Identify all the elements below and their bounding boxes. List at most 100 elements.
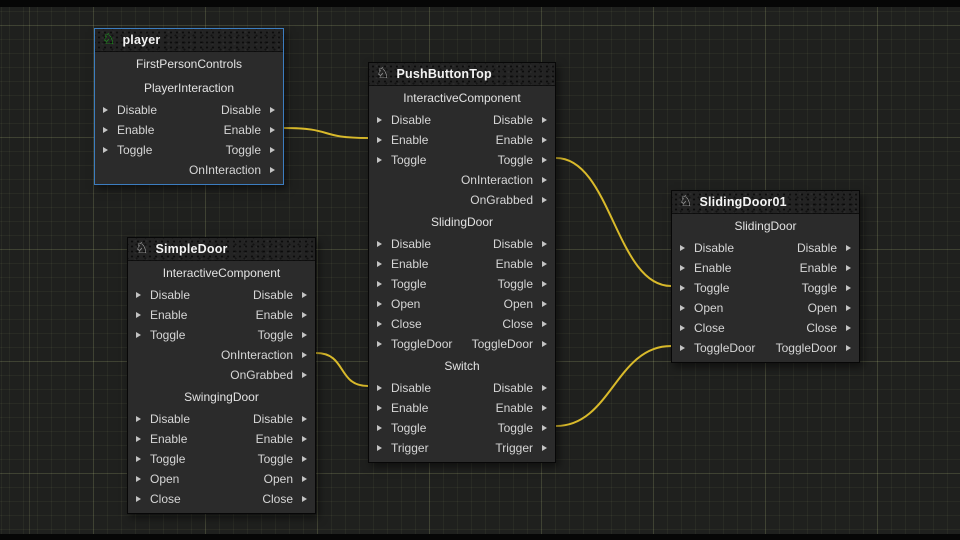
- output-pin-icon[interactable]: [846, 285, 851, 291]
- input-port-toggledoor[interactable]: ToggleDoor: [672, 338, 755, 358]
- output-port-toggle[interactable]: Toggle: [258, 325, 315, 345]
- output-port-disable[interactable]: Disable: [493, 110, 555, 130]
- input-pin-icon[interactable]: [136, 496, 141, 502]
- input-port-trigger[interactable]: Trigger: [369, 438, 429, 458]
- node-pushbuttontop[interactable]: ♘PushButtonTopInteractiveComponentDisabl…: [368, 62, 556, 463]
- input-pin-icon[interactable]: [136, 332, 141, 338]
- output-port-close[interactable]: Close: [806, 318, 859, 338]
- input-pin-icon[interactable]: [136, 436, 141, 442]
- output-port-toggle[interactable]: Toggle: [258, 449, 315, 469]
- input-port-disable[interactable]: Disable: [369, 110, 431, 130]
- output-pin-icon[interactable]: [542, 385, 547, 391]
- output-port-disable[interactable]: Disable: [221, 100, 283, 120]
- node-header[interactable]: ♘SimpleDoor: [128, 238, 315, 261]
- output-port-trigger[interactable]: Trigger: [495, 438, 555, 458]
- output-pin-icon[interactable]: [302, 456, 307, 462]
- output-port-enable[interactable]: Enable: [496, 254, 555, 274]
- output-pin-icon[interactable]: [542, 341, 547, 347]
- input-port-close[interactable]: Close: [672, 318, 725, 338]
- output-pin-icon[interactable]: [542, 137, 547, 143]
- output-port-toggle[interactable]: Toggle: [226, 140, 283, 160]
- output-pin-icon[interactable]: [302, 312, 307, 318]
- output-port-ongrabbed[interactable]: OnGrabbed: [230, 365, 315, 385]
- input-port-open[interactable]: Open: [369, 294, 420, 314]
- output-port-open[interactable]: Open: [504, 294, 555, 314]
- input-pin-icon[interactable]: [103, 127, 108, 133]
- input-port-enable[interactable]: Enable: [672, 258, 731, 278]
- output-pin-icon[interactable]: [270, 107, 275, 113]
- output-port-disable[interactable]: Disable: [253, 409, 315, 429]
- output-pin-icon[interactable]: [302, 292, 307, 298]
- input-port-enable[interactable]: Enable: [369, 130, 428, 150]
- output-port-toggle[interactable]: Toggle: [802, 278, 859, 298]
- input-pin-icon[interactable]: [377, 241, 382, 247]
- input-port-toggle[interactable]: Toggle: [369, 274, 426, 294]
- input-pin-icon[interactable]: [680, 245, 685, 251]
- output-pin-icon[interactable]: [302, 476, 307, 482]
- input-pin-icon[interactable]: [377, 261, 382, 267]
- input-pin-icon[interactable]: [680, 285, 685, 291]
- node-header[interactable]: ♘PushButtonTop: [369, 63, 555, 86]
- output-pin-icon[interactable]: [270, 147, 275, 153]
- input-pin-icon[interactable]: [136, 456, 141, 462]
- input-pin-icon[interactable]: [103, 107, 108, 113]
- input-pin-icon[interactable]: [377, 405, 382, 411]
- output-pin-icon[interactable]: [302, 496, 307, 502]
- input-port-toggle[interactable]: Toggle: [369, 150, 426, 170]
- input-pin-icon[interactable]: [680, 345, 685, 351]
- input-port-toggle[interactable]: Toggle: [672, 278, 729, 298]
- node-graph-canvas[interactable]: ♘playerFirstPersonControlsPlayerInteract…: [0, 0, 960, 540]
- output-port-enable[interactable]: Enable: [256, 429, 315, 449]
- output-pin-icon[interactable]: [302, 372, 307, 378]
- input-pin-icon[interactable]: [377, 385, 382, 391]
- input-port-enable[interactable]: Enable: [95, 120, 154, 140]
- output-pin-icon[interactable]: [542, 321, 547, 327]
- input-pin-icon[interactable]: [136, 416, 141, 422]
- output-pin-icon[interactable]: [542, 241, 547, 247]
- output-port-disable[interactable]: Disable: [253, 285, 315, 305]
- input-pin-icon[interactable]: [377, 301, 382, 307]
- output-port-open[interactable]: Open: [808, 298, 859, 318]
- output-port-toggle[interactable]: Toggle: [498, 274, 555, 294]
- output-pin-icon[interactable]: [542, 281, 547, 287]
- output-port-enable[interactable]: Enable: [496, 130, 555, 150]
- output-pin-icon[interactable]: [270, 127, 275, 133]
- output-pin-icon[interactable]: [542, 405, 547, 411]
- input-port-disable[interactable]: Disable: [95, 100, 157, 120]
- input-port-open[interactable]: Open: [672, 298, 723, 318]
- input-pin-icon[interactable]: [136, 476, 141, 482]
- input-port-close[interactable]: Close: [128, 489, 181, 509]
- node-player[interactable]: ♘playerFirstPersonControlsPlayerInteract…: [94, 28, 284, 185]
- output-port-enable[interactable]: Enable: [224, 120, 283, 140]
- input-pin-icon[interactable]: [377, 157, 382, 163]
- output-port-disable[interactable]: Disable: [493, 234, 555, 254]
- output-port-toggle[interactable]: Toggle: [498, 150, 555, 170]
- output-pin-icon[interactable]: [846, 345, 851, 351]
- input-port-toggle[interactable]: Toggle: [95, 140, 152, 160]
- input-pin-icon[interactable]: [136, 292, 141, 298]
- output-port-toggle[interactable]: Toggle: [498, 418, 555, 438]
- input-pin-icon[interactable]: [377, 321, 382, 327]
- node-header[interactable]: ♘player: [95, 29, 283, 52]
- output-pin-icon[interactable]: [846, 265, 851, 271]
- output-pin-icon[interactable]: [542, 445, 547, 451]
- input-port-enable[interactable]: Enable: [369, 254, 428, 274]
- input-pin-icon[interactable]: [680, 305, 685, 311]
- output-pin-icon[interactable]: [542, 177, 547, 183]
- output-port-close[interactable]: Close: [502, 314, 555, 334]
- input-port-disable[interactable]: Disable: [128, 409, 190, 429]
- input-port-close[interactable]: Close: [369, 314, 422, 334]
- input-port-toggledoor[interactable]: ToggleDoor: [369, 334, 452, 354]
- input-port-disable[interactable]: Disable: [128, 285, 190, 305]
- output-port-oninteraction[interactable]: OnInteraction: [189, 160, 283, 180]
- output-port-close[interactable]: Close: [262, 489, 315, 509]
- output-pin-icon[interactable]: [302, 332, 307, 338]
- output-pin-icon[interactable]: [542, 157, 547, 163]
- output-pin-icon[interactable]: [302, 416, 307, 422]
- output-pin-icon[interactable]: [542, 301, 547, 307]
- input-pin-icon[interactable]: [377, 445, 382, 451]
- input-pin-icon[interactable]: [377, 281, 382, 287]
- output-pin-icon[interactable]: [846, 245, 851, 251]
- output-port-oninteraction[interactable]: OnInteraction: [461, 170, 555, 190]
- output-pin-icon[interactable]: [542, 425, 547, 431]
